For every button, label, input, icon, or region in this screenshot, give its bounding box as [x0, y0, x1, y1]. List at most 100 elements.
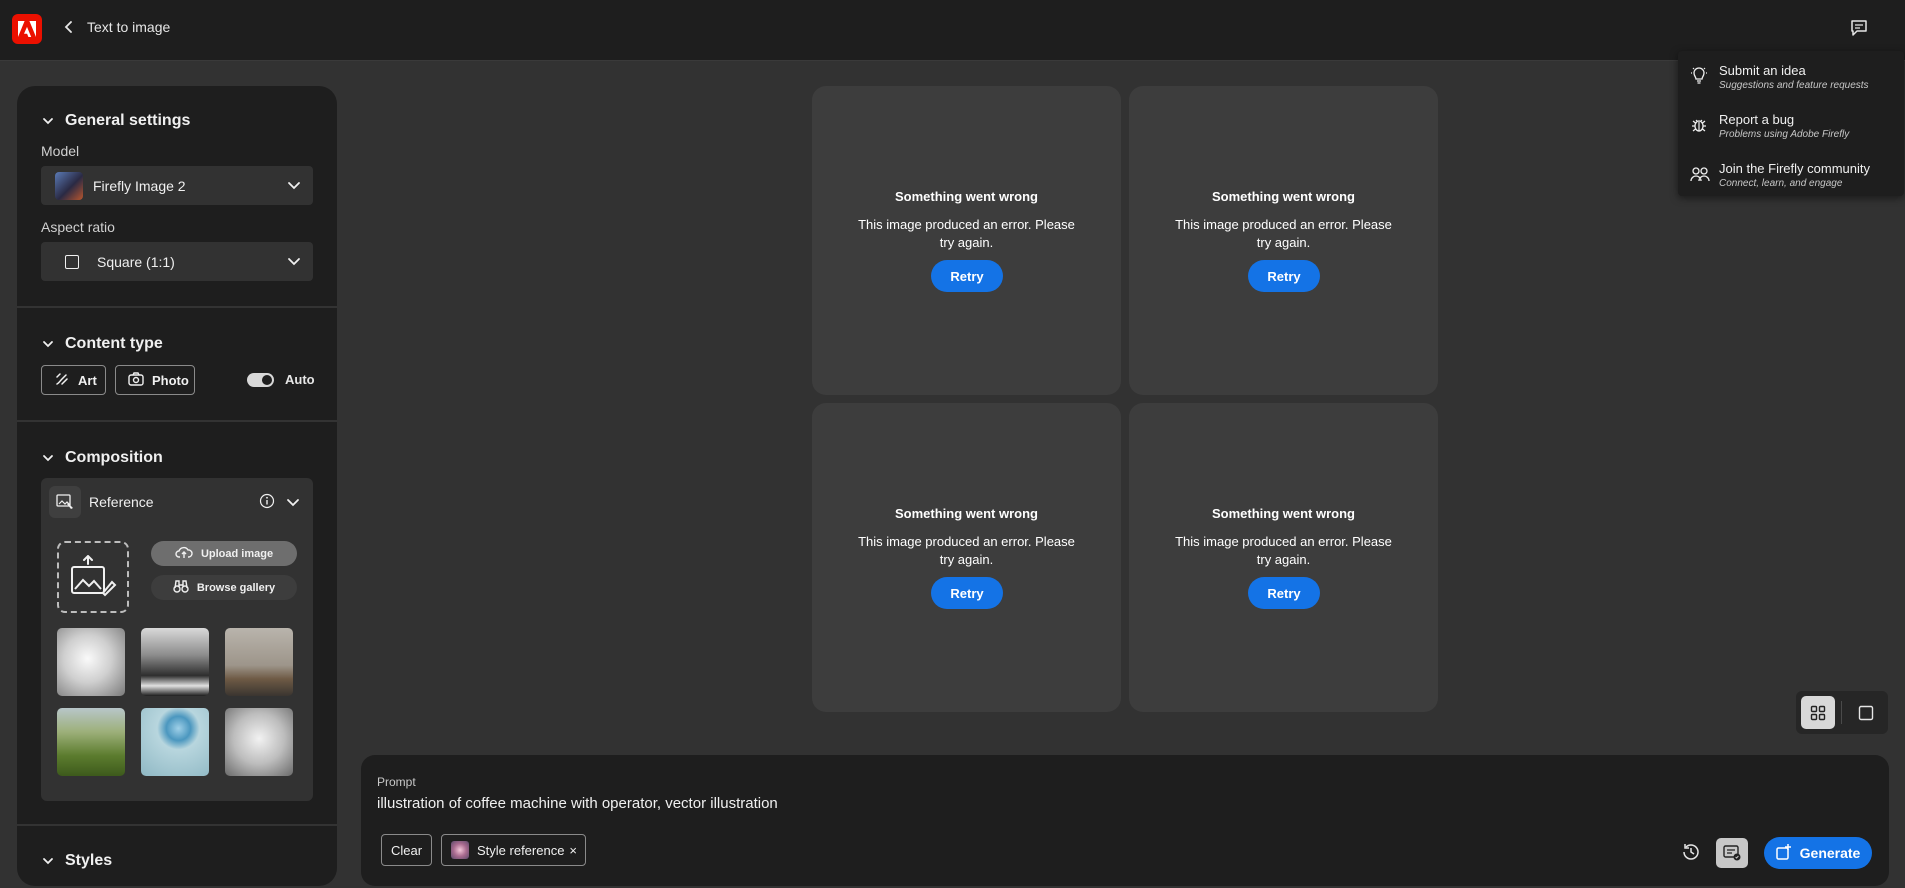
view-divider: [1841, 701, 1842, 724]
model-value: Firefly Image 2: [93, 177, 186, 194]
result-card: Something went wrong This image produced…: [812, 403, 1121, 712]
error-message: This image produced an error. Please try…: [1175, 534, 1392, 567]
composition-title: Composition: [65, 449, 163, 466]
aspect-ratio-value: Square (1:1): [97, 253, 175, 270]
menu-item-submit-idea[interactable]: Submit an idea Suggestions and feature r…: [1678, 55, 1904, 99]
styles-title: Styles: [65, 852, 113, 869]
adobe-logo-icon[interactable]: [12, 14, 42, 44]
single-view-icon[interactable]: [1849, 696, 1883, 729]
clear-button[interactable]: Clear: [381, 834, 432, 866]
menu-item-subtitle: Problems using Adobe Firefly: [1719, 129, 1850, 140]
chevron-down-icon[interactable]: [286, 495, 300, 509]
photo-label: Photo: [152, 372, 189, 388]
menu-item-join-community[interactable]: Join the Firefly community Connect, lear…: [1678, 153, 1904, 197]
retry-button[interactable]: Retry: [1248, 260, 1320, 292]
browse-gallery-button[interactable]: Browse gallery: [151, 575, 297, 600]
feedback-comment-icon[interactable]: [1847, 16, 1871, 40]
error-title: Something went wrong: [895, 506, 1038, 521]
community-icon: [1690, 165, 1710, 183]
bug-icon: [1690, 116, 1708, 134]
photo-button[interactable]: Photo: [115, 365, 195, 395]
auto-label: Auto: [285, 372, 315, 387]
reference-thumbnail-field[interactable]: [57, 708, 125, 776]
view-toggle-group: [1796, 691, 1888, 734]
upload-image-label: Upload image: [200, 547, 274, 560]
error-title: Something went wrong: [1212, 189, 1355, 204]
cloud-upload-icon: [175, 545, 193, 562]
divider: [17, 420, 337, 422]
retry-button[interactable]: Retry: [931, 577, 1003, 609]
lightbulb-icon: [1690, 67, 1708, 85]
generate-button[interactable]: Generate: [1764, 837, 1872, 869]
retry-button[interactable]: Retry: [931, 260, 1003, 292]
menu-item-title: Submit an idea: [1719, 63, 1806, 78]
menu-item-title: Report a bug: [1719, 112, 1795, 127]
result-card: Something went wrong This image produced…: [1129, 86, 1438, 395]
general-settings-header[interactable]: General settings: [41, 112, 190, 130]
art-button[interactable]: Art: [41, 365, 106, 395]
feedback-menu: Submit an idea Suggestions and feature r…: [1678, 51, 1904, 196]
generate-sparkle-icon: [1775, 843, 1792, 863]
reference-thumbnail-bird[interactable]: [57, 628, 125, 696]
error-message: This image produced an error. Please try…: [858, 534, 1075, 567]
chevron-down-icon: [41, 114, 55, 128]
chevron-down-icon: [41, 337, 55, 351]
square-icon: [65, 254, 79, 269]
style-reference-thumbnail: [451, 841, 469, 859]
grid-view-icon[interactable]: [1801, 696, 1835, 729]
reference-image-icon: [49, 486, 81, 518]
upload-dropzone[interactable]: [57, 541, 129, 613]
style-reference-chip[interactable]: Style reference ×: [441, 834, 586, 866]
upload-image-icon: [71, 555, 117, 597]
info-icon[interactable]: [259, 493, 275, 509]
toggle-knob: [262, 375, 272, 385]
reference-thumbnail-owl[interactable]: [225, 708, 293, 776]
result-card: Something went wrong This image produced…: [1129, 403, 1438, 712]
camera-icon: [128, 371, 144, 389]
styles-header[interactable]: Styles: [41, 852, 112, 870]
aspect-ratio-select[interactable]: Square (1:1): [41, 242, 313, 281]
remove-style-reference-button[interactable]: ×: [569, 843, 577, 858]
reference-thumbnail-mountain[interactable]: [141, 628, 209, 696]
content-type-title: Content type: [65, 335, 163, 352]
aspect-ratio-label: Aspect ratio: [41, 219, 115, 235]
image-settings-icon[interactable]: [1716, 838, 1748, 868]
retry-button[interactable]: Retry: [1248, 577, 1320, 609]
model-label: Model: [41, 143, 80, 159]
divider: [17, 824, 337, 826]
model-select[interactable]: Firefly Image 2: [41, 166, 313, 205]
content-type-header[interactable]: Content type: [41, 335, 163, 353]
chevron-down-icon: [41, 451, 55, 465]
error-message: This image produced an error. Please try…: [858, 217, 1075, 250]
composition-header[interactable]: Composition: [41, 449, 163, 467]
reference-thumbnail-sphere[interactable]: [141, 708, 209, 776]
reference-box: Reference Upload image Browse gallery: [41, 478, 313, 801]
prompt-label: Prompt: [377, 775, 416, 789]
menu-item-report-bug[interactable]: Report a bug Problems using Adobe Firefl…: [1678, 104, 1904, 148]
brush-icon: [54, 371, 70, 390]
menu-item-title: Join the Firefly community: [1719, 161, 1870, 176]
divider: [17, 306, 337, 308]
prompt-input[interactable]: illustration of coffee machine with oper…: [377, 795, 1577, 812]
page-title: Text to image: [87, 19, 171, 35]
top-bar: Text to image: [0, 0, 1905, 61]
history-icon[interactable]: [1681, 842, 1703, 864]
model-thumbnail: [55, 171, 83, 200]
menu-item-subtitle: Connect, learn, and engage: [1719, 178, 1843, 189]
auto-toggle[interactable]: [247, 373, 274, 387]
generate-label: Generate: [1799, 845, 1861, 861]
chevron-down-icon: [287, 178, 301, 192]
result-card: Something went wrong This image produced…: [812, 86, 1121, 395]
reference-thumbnail-room[interactable]: [225, 628, 293, 696]
chevron-down-icon: [287, 254, 301, 268]
prompt-bar: Prompt illustration of coffee machine wi…: [361, 755, 1889, 886]
chevron-down-icon: [41, 854, 55, 868]
menu-item-subtitle: Suggestions and feature requests: [1719, 80, 1869, 91]
error-title: Something went wrong: [895, 189, 1038, 204]
back-chevron-icon[interactable]: [60, 18, 78, 36]
upload-image-button[interactable]: Upload image: [151, 541, 297, 566]
reference-title: Reference: [89, 494, 154, 510]
settings-panel: General settings Model Firefly Image 2 A…: [17, 86, 337, 886]
style-reference-label: Style reference: [477, 842, 565, 858]
browse-gallery-label: Browse gallery: [196, 581, 276, 594]
